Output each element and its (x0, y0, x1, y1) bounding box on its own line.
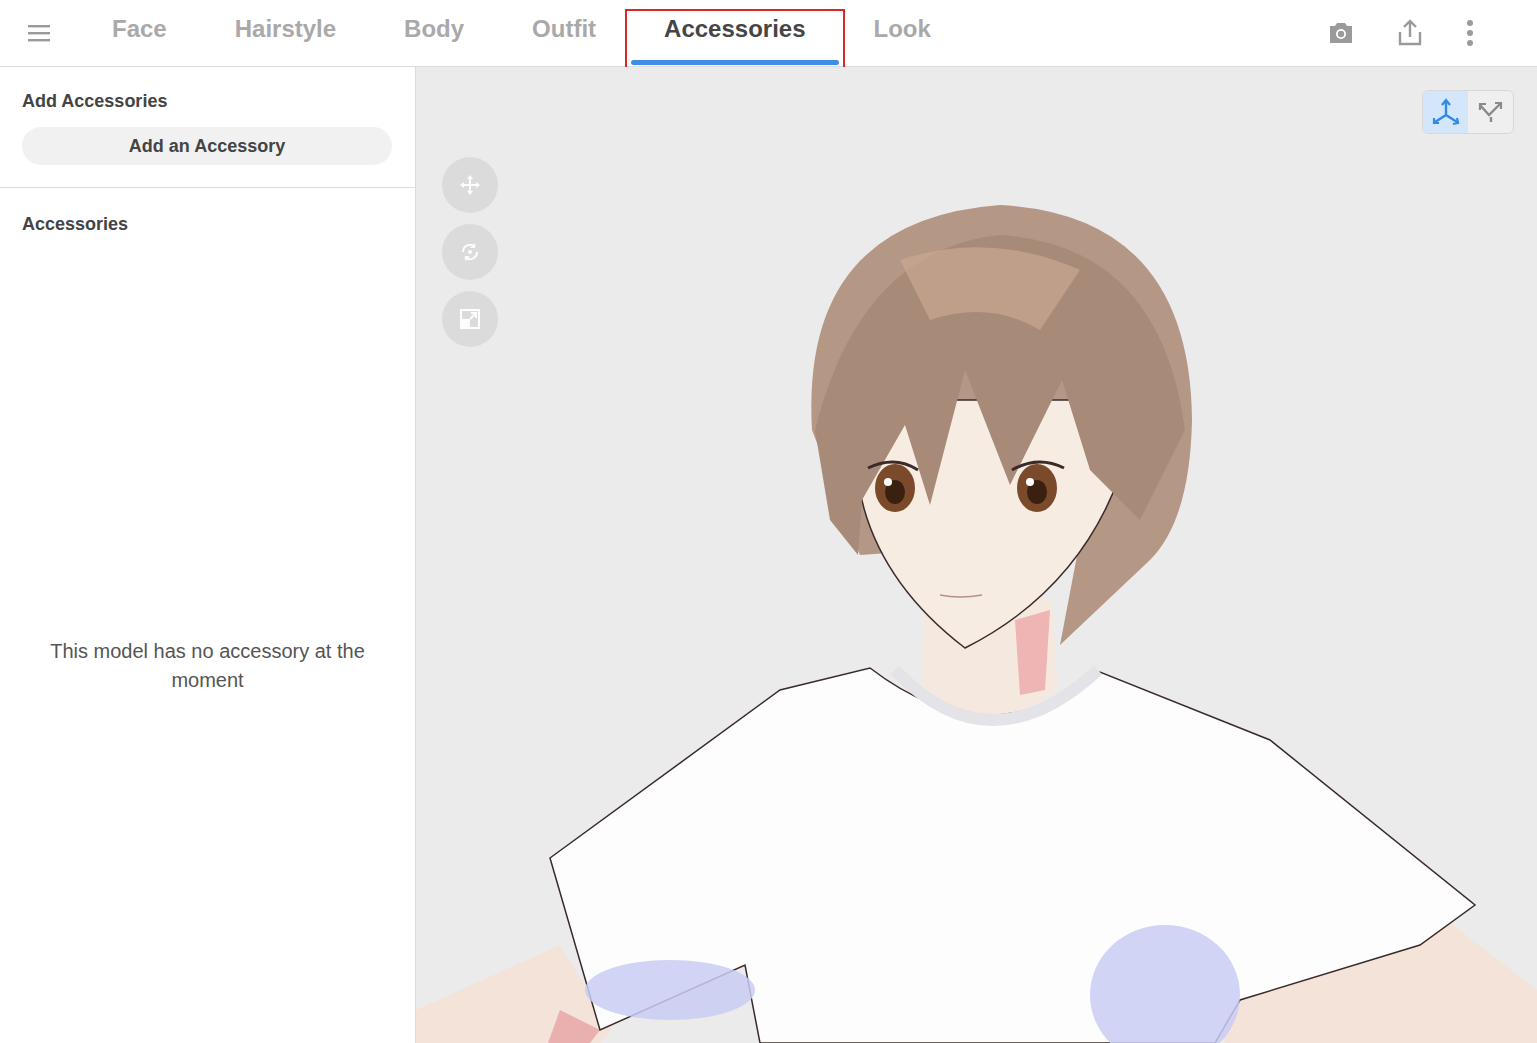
view-mode-button[interactable] (1468, 91, 1513, 133)
tool-button[interactable] (442, 224, 498, 280)
tool-buttons (442, 157, 498, 347)
camera-icon[interactable] (1327, 20, 1355, 46)
view-mode-button[interactable] (1423, 91, 1468, 133)
axes-icon (1431, 97, 1461, 127)
section-title: Accessories (22, 214, 393, 235)
viewport[interactable] (416, 67, 1537, 1043)
add-section: Add Accessories Add an Accessory (0, 67, 415, 188)
tab[interactable]: Look (840, 0, 965, 66)
section-title: Add Accessories (22, 91, 393, 112)
empty-message: This model has no accessory at the momen… (22, 637, 393, 695)
tool-button[interactable] (442, 291, 498, 347)
top-bar: Face Hairstyle Body Outfit Accessories L… (0, 0, 1537, 67)
share-icon[interactable] (1397, 19, 1423, 47)
add-accessory-button[interactable]: Add an Accessory (22, 127, 392, 165)
tab[interactable]: Hairstyle (201, 0, 370, 66)
app: Face Hairstyle Body Outfit Accessories L… (0, 0, 1537, 1043)
tab[interactable]: Face (78, 0, 201, 66)
accessory-list: Accessories This model has no accessory … (0, 188, 415, 1043)
tab-bar: Face Hairstyle Body Outfit Accessories L… (78, 0, 1327, 66)
tool-button[interactable] (442, 157, 498, 213)
more-icon[interactable] (1465, 19, 1475, 47)
free-view-icon (1476, 97, 1506, 127)
view-mode-toggle (1422, 90, 1514, 134)
tab[interactable]: Accessories (630, 0, 839, 66)
tab[interactable]: Outfit (498, 0, 630, 66)
sidebar: Add Accessories Add an Accessory Accesso… (0, 67, 416, 1043)
rotate-icon (459, 241, 481, 263)
menu-icon[interactable] (27, 21, 51, 45)
tab[interactable]: Body (370, 0, 498, 66)
character-model[interactable] (416, 67, 1537, 1043)
tab-indicator (631, 60, 838, 65)
scale-icon (459, 308, 481, 330)
move-icon (459, 174, 481, 196)
